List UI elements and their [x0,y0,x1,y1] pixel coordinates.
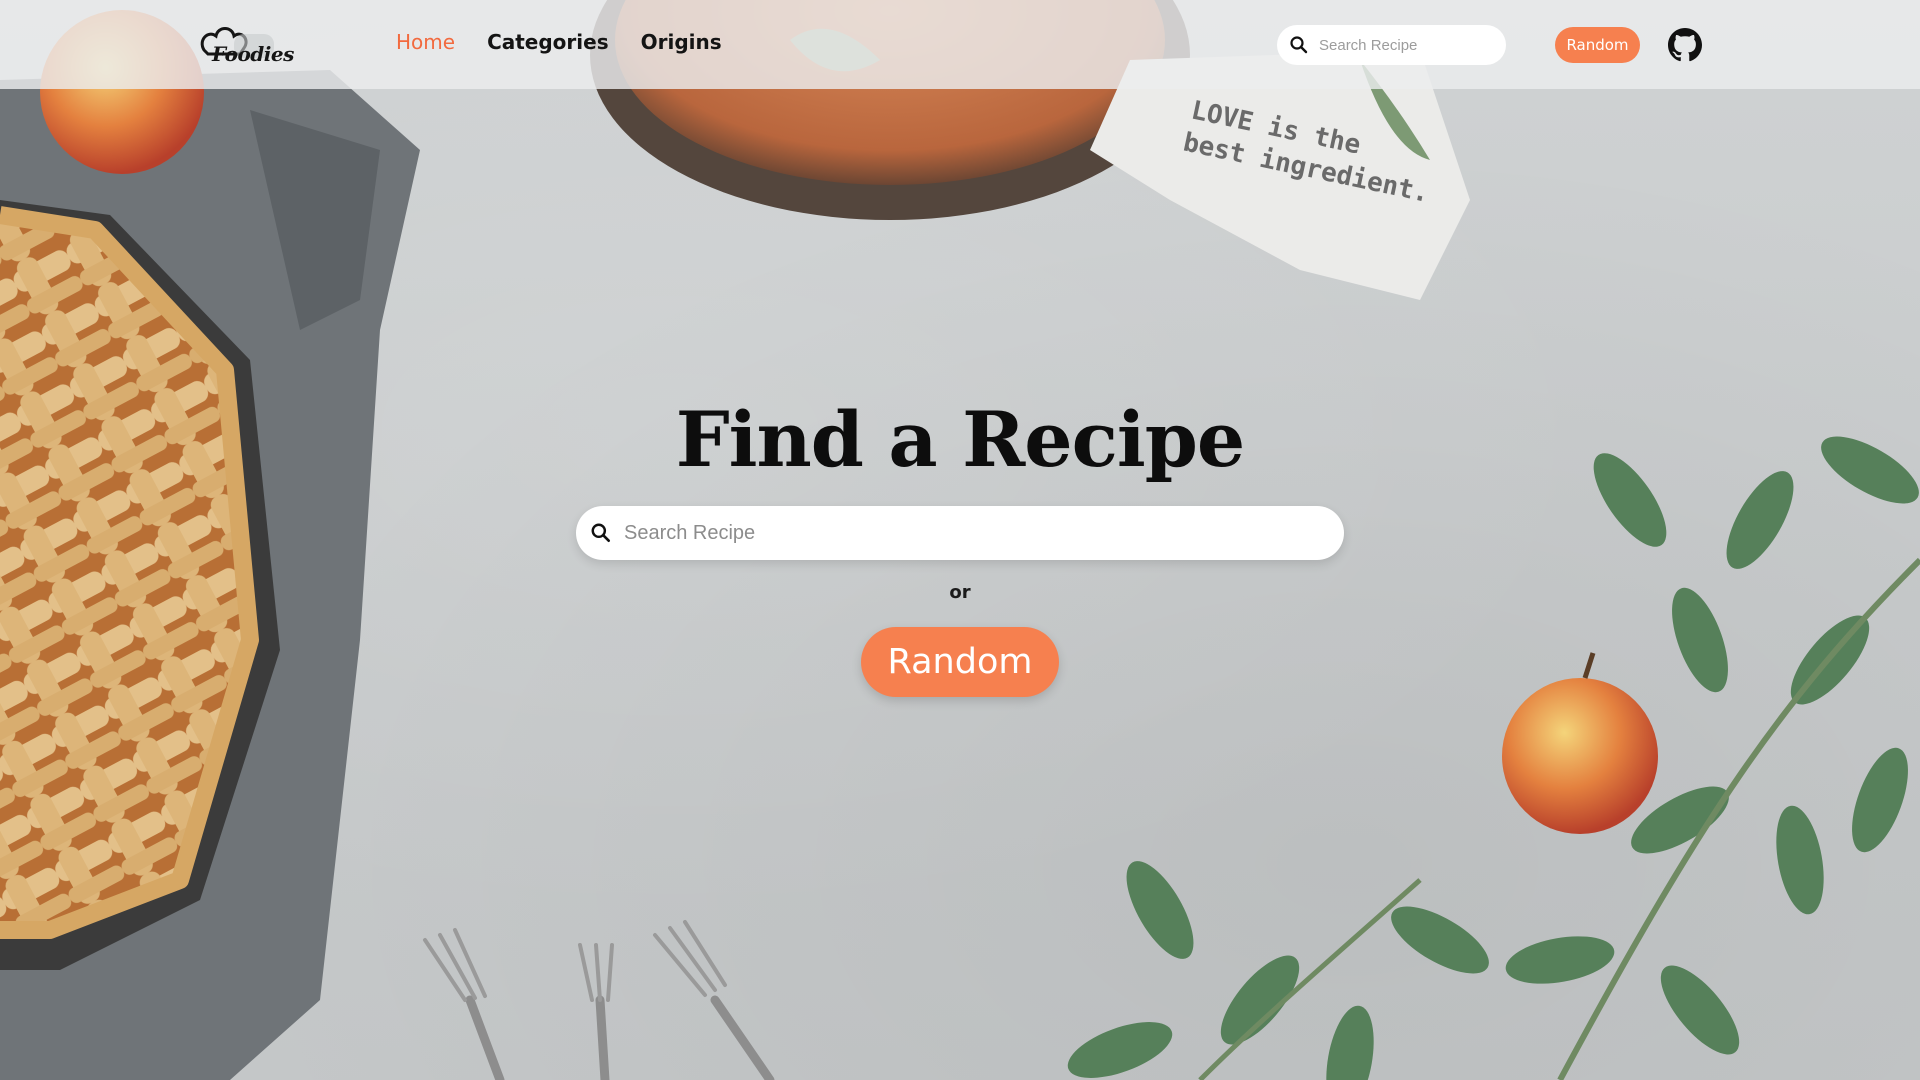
hero-search-box[interactable] [576,506,1344,560]
nav-link-origins[interactable]: Origins [641,30,722,54]
nav-link-home[interactable]: Home [396,30,455,54]
github-icon[interactable] [1668,28,1702,62]
nav-search-box[interactable] [1277,25,1506,65]
hero-search-input[interactable] [624,521,1324,545]
top-navbar: Foodies Home Categories Origins Random [0,0,1920,89]
hero-title: Find a Recipe [675,395,1246,484]
nav-links: Home Categories Origins [396,30,722,54]
brand-name[interactable]: Foodies [212,42,294,66]
search-icon [1290,36,1308,54]
nav-random-button[interactable]: Random [1555,27,1640,63]
nav-link-categories[interactable]: Categories [487,30,609,54]
nav-search-input[interactable] [1319,36,1499,54]
hero-random-button[interactable]: Random [861,627,1059,697]
or-divider-text: or [949,582,971,603]
search-icon [591,523,611,543]
